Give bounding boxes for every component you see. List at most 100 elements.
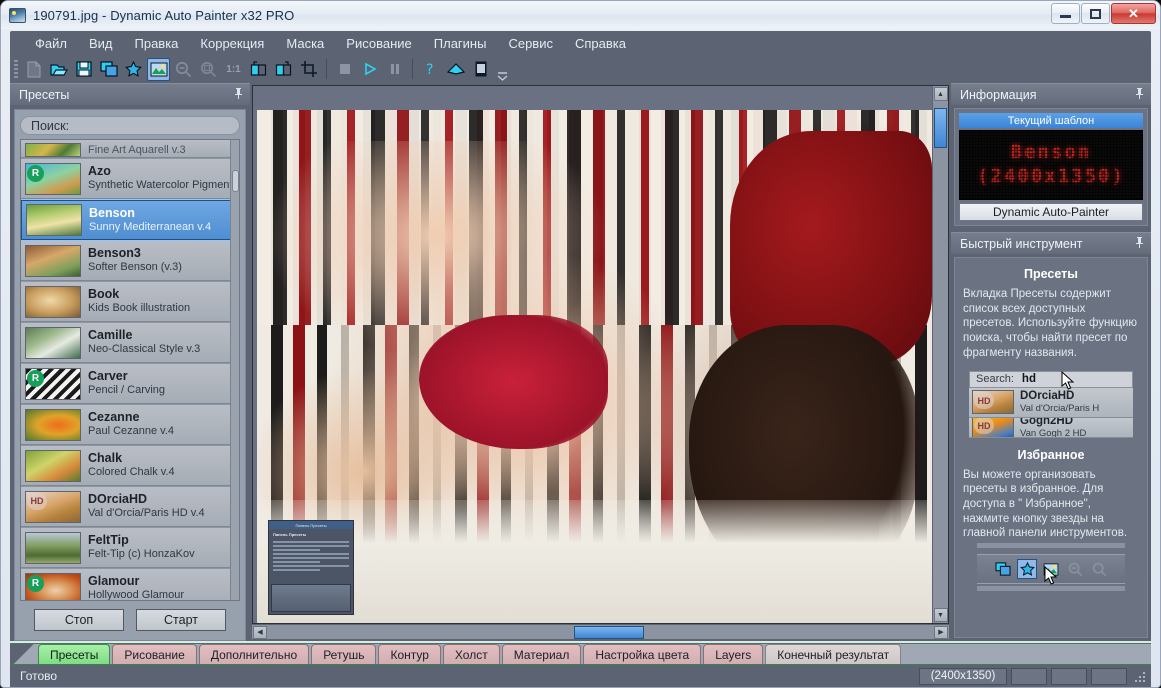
list-item[interactable]: HD DOrciaHD Val d'Orcia/Paris HD v.4 [21, 487, 239, 527]
rotate-left-icon[interactable] [247, 58, 270, 81]
zoom-fit-icon[interactable] [197, 58, 220, 81]
demo-list-item[interactable]: HD Gogh2HD Van Gogh 2 HD [969, 417, 1133, 438]
open-folder-icon[interactable] [47, 58, 70, 81]
pin-icon[interactable] [1135, 87, 1145, 103]
tab-canvas[interactable]: Холст [442, 644, 500, 664]
tab-layers[interactable]: Layers [703, 644, 764, 664]
canvas-hscroll-track[interactable] [268, 625, 933, 639]
search-input[interactable]: Поиск: [20, 116, 240, 135]
star-favorites-icon[interactable] [122, 58, 145, 81]
list-item[interactable]: Book Kids Book illustration [21, 282, 239, 322]
menu-item-service[interactable]: Сервис [497, 34, 564, 53]
zoom-fit-icon[interactable] [1089, 559, 1109, 579]
canvas-vertical-scrollbar[interactable]: ▲ ▼ [932, 86, 948, 623]
canvas-hscroll-thumb[interactable] [573, 625, 644, 639]
book-icon[interactable] [444, 58, 467, 81]
pin-icon[interactable] [1135, 236, 1145, 252]
menu-item-help[interactable]: Справка [564, 34, 637, 53]
scroll-left-icon[interactable]: ◀ [253, 625, 267, 639]
tutorial-overlay-line [273, 540, 349, 543]
list-item[interactable]: R Glamour Hollywood Glamour [21, 569, 239, 600]
copy-images-icon[interactable] [993, 559, 1013, 579]
list-item[interactable]: Chalk Colored Chalk v.4 [21, 446, 239, 486]
list-item-desc: Kids Book illustration [88, 302, 191, 315]
tutorial-overlay-heading: Панель Пресеты [273, 532, 307, 537]
list-item-selected[interactable]: Benson Sunny Mediterranean v.4 [21, 199, 239, 241]
tab-color-settings[interactable]: Настройка цвета [583, 644, 702, 664]
zoom-out-icon[interactable] [1065, 559, 1085, 579]
info-panel-title: Информация [960, 87, 1037, 102]
canvas-vscroll-thumb[interactable] [934, 108, 947, 148]
tab-final-result[interactable]: Конечный результат [765, 644, 902, 664]
play-icon[interactable] [358, 58, 381, 81]
menu-item-edit[interactable]: Правка [124, 34, 190, 53]
demo-item-text: DOrciaHD Val d'Orcia/Paris H [1020, 390, 1099, 414]
list-item[interactable]: FeltTip Felt-Tip (c) HonzaKov [21, 528, 239, 568]
tab-retouch[interactable]: Ретушь [311, 644, 377, 664]
save-disk-icon[interactable] [72, 58, 95, 81]
list-item[interactable]: R Carver Pencil / Carving [21, 364, 239, 404]
list-item[interactable]: Benson3 Softer Benson (v.3) [21, 241, 239, 281]
menu-item-correction[interactable]: Коррекция [189, 34, 275, 53]
menu-item-mask[interactable]: Маска [275, 34, 335, 53]
tablet-icon[interactable] [469, 58, 492, 81]
pin-icon[interactable] [234, 87, 244, 103]
preset-list-scrollbar-thumb[interactable] [232, 170, 239, 192]
list-item-name: Benson [89, 205, 135, 220]
photo-garment [419, 315, 608, 449]
tutorial-overlay-image [271, 584, 351, 612]
start-button[interactable]: Старт [136, 609, 226, 631]
stop-icon[interactable] [333, 58, 356, 81]
presets-picture-icon[interactable] [1041, 559, 1061, 579]
list-item[interactable]: R Azo Synthetic Watercolor Pigments [21, 159, 239, 199]
minimize-button[interactable] [1051, 3, 1080, 24]
led-template-name: Benson [1010, 141, 1092, 164]
copy-images-icon[interactable] [97, 58, 120, 81]
preset-list[interactable]: Fine Art Aquarell v.3 R Azo Synthetic Wa… [20, 139, 240, 601]
canvas-vscroll-track[interactable] [933, 102, 948, 607]
status-fields: (2400x1350) [919, 667, 1147, 685]
tab-drawing[interactable]: Рисование [112, 644, 197, 664]
menu-item-view[interactable]: Вид [78, 34, 124, 53]
tab-material[interactable]: Материал [501, 644, 582, 664]
crop-icon[interactable] [297, 58, 320, 81]
menu-item-file[interactable]: Файл [24, 34, 78, 53]
tab-presets[interactable]: Пресеты [38, 644, 111, 664]
presets-picture-icon[interactable] [147, 57, 170, 81]
preset-thumbnail [25, 326, 81, 359]
list-item[interactable]: Camille Neo-Classical Style v.3 [21, 323, 239, 363]
tab-contour[interactable]: Контур [378, 644, 441, 664]
list-item-desc: Colored Chalk v.4 [88, 466, 175, 479]
scroll-down-icon[interactable]: ▼ [933, 608, 948, 622]
menu-item-plugins[interactable]: Плагины [423, 34, 498, 53]
preset-text: Azo Synthetic Watercolor Pigments [88, 165, 238, 192]
close-button[interactable]: ✕ [1111, 3, 1156, 24]
menu-item-painting[interactable]: Рисование [335, 34, 422, 53]
canvas-horizontal-scrollbar[interactable]: ◀ ▶ [252, 624, 949, 639]
pause-icon[interactable] [383, 58, 406, 81]
list-item[interactable]: Cezanne Paul Cezanne v.4 [21, 405, 239, 445]
preset-list-scrollbar[interactable] [230, 140, 239, 600]
demo-list-item[interactable]: HD DOrciaHD Val d'Orcia/Paris H [969, 387, 1133, 418]
toolbar-overflow-button[interactable] [497, 58, 508, 81]
preset-thumbnail: R [25, 572, 81, 600]
zoom-ratio-label[interactable]: 1:1 [222, 58, 245, 81]
demo-search-input[interactable]: Search: hd [969, 370, 1133, 388]
stop-button[interactable]: Стоп [34, 609, 124, 631]
maximize-button[interactable] [1081, 3, 1110, 24]
dynamic-auto-painter-button[interactable]: Dynamic Auto-Painter [959, 203, 1143, 221]
star-favorites-icon[interactable] [1017, 559, 1037, 580]
tutorial-overlay[interactable]: Панель Пресеты Панель Пресеты [268, 520, 354, 615]
preset-thumbnail: HD [972, 417, 1014, 437]
tab-additional[interactable]: Дополнительно [198, 644, 310, 664]
list-item[interactable]: Fine Art Aquarell v.3 [21, 140, 239, 158]
help-question-icon[interactable]: ? [419, 58, 442, 81]
zoom-out-icon[interactable] [172, 58, 195, 81]
new-document-icon[interactable] [22, 58, 45, 81]
image-canvas[interactable]: Панель Пресеты Панель Пресеты [253, 86, 932, 623]
rotate-right-icon[interactable] [272, 58, 295, 81]
scroll-right-icon[interactable]: ▶ [934, 625, 948, 639]
window-resize-grip[interactable] [1135, 670, 1147, 682]
scroll-up-icon[interactable]: ▲ [933, 87, 948, 101]
toolbar-grip[interactable] [14, 60, 18, 78]
